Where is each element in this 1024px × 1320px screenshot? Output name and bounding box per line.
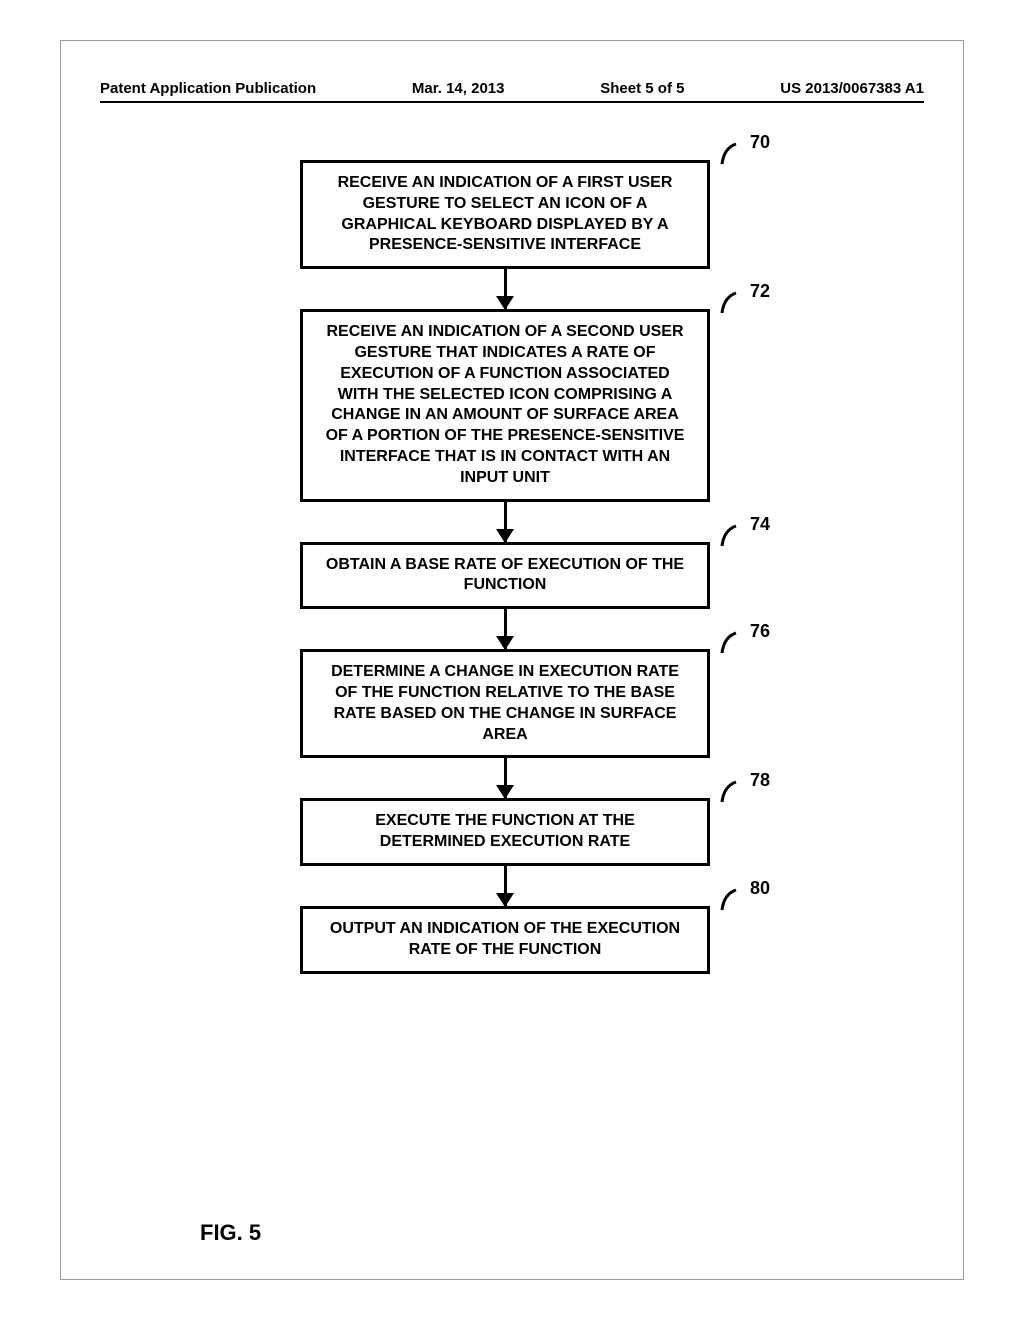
flow-arrow-icon <box>504 609 507 649</box>
ref-number: 78 <box>750 770 770 791</box>
ref-number: 76 <box>750 621 770 642</box>
header-sheet: Sheet 5 of 5 <box>600 80 684 97</box>
step-70: 70 RECEIVE AN INDICATION OF A FIRST USER… <box>300 160 710 269</box>
step-76: 76 DETERMINE A CHANGE IN EXECUTION RATE … <box>300 649 710 758</box>
figure-label: FIG. 5 <box>200 1220 261 1246</box>
header-date: Mar. 14, 2013 <box>412 80 505 97</box>
step-box: DETERMINE A CHANGE IN EXECUTION RATE OF … <box>300 649 710 758</box>
flow-arrow-icon <box>504 866 507 906</box>
ref-number: 74 <box>750 514 770 535</box>
ref-number: 80 <box>750 878 770 899</box>
ref-hook-icon <box>718 631 742 655</box>
step-78: 78 EXECUTE THE FUNCTION AT THE DETERMINE… <box>300 798 710 866</box>
ref-hook-icon <box>718 142 742 166</box>
step-box: OUTPUT AN INDICATION OF THE EXECUTION RA… <box>300 906 710 974</box>
step-box: OBTAIN A BASE RATE OF EXECUTION OF THE F… <box>300 542 710 610</box>
flow-arrow-icon <box>504 269 507 309</box>
flow-arrow-icon <box>504 758 507 798</box>
flow-arrow-icon <box>504 502 507 542</box>
step-box: RECEIVE AN INDICATION OF A SECOND USER G… <box>300 309 710 501</box>
flowchart: 70 RECEIVE AN INDICATION OF A FIRST USER… <box>300 160 710 974</box>
step-74: 74 OBTAIN A BASE RATE OF EXECUTION OF TH… <box>300 542 710 610</box>
page-header: Patent Application Publication Mar. 14, … <box>100 80 924 103</box>
ref-hook-icon <box>718 524 742 548</box>
header-docnum: US 2013/0067383 A1 <box>780 80 924 97</box>
step-72: 72 RECEIVE AN INDICATION OF A SECOND USE… <box>300 309 710 501</box>
ref-hook-icon <box>718 780 742 804</box>
step-box: RECEIVE AN INDICATION OF A FIRST USER GE… <box>300 160 710 269</box>
ref-hook-icon <box>718 888 742 912</box>
ref-number: 70 <box>750 132 770 153</box>
step-box: EXECUTE THE FUNCTION AT THE DETERMINED E… <box>300 798 710 866</box>
step-80: 80 OUTPUT AN INDICATION OF THE EXECUTION… <box>300 906 710 974</box>
ref-hook-icon <box>718 291 742 315</box>
header-publication: Patent Application Publication <box>100 80 316 97</box>
ref-number: 72 <box>750 281 770 302</box>
